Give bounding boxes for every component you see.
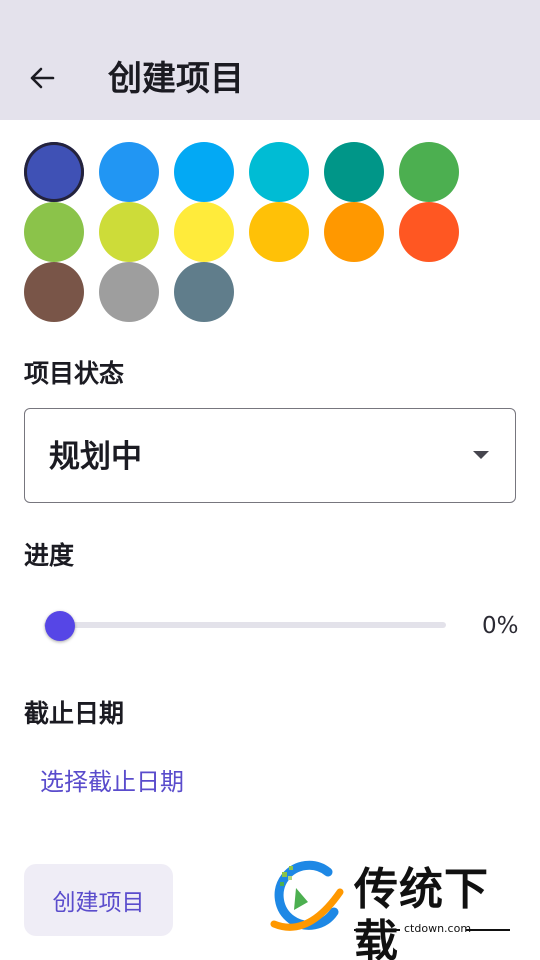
back-button[interactable] [22, 58, 62, 98]
progress-slider-thumb[interactable] [45, 611, 75, 641]
color-swatch[interactable] [24, 142, 84, 202]
status-selected-value: 规划中 [49, 439, 142, 475]
color-swatch[interactable] [174, 202, 234, 262]
color-swatch[interactable] [174, 262, 234, 322]
app-bar: 创建项目 [0, 0, 540, 120]
watermark-brand: 传统下载 [354, 864, 489, 960]
color-swatch[interactable] [399, 142, 459, 202]
color-swatch[interactable] [24, 262, 84, 322]
progress-value: 0% [482, 613, 519, 639]
color-swatch[interactable] [399, 202, 459, 262]
color-swatch[interactable] [324, 202, 384, 262]
watermark-rule-right [466, 929, 510, 931]
create-project-button[interactable]: 创建项目 [24, 864, 173, 936]
color-swatch[interactable] [99, 262, 159, 322]
progress-label: 进度 [24, 541, 75, 570]
color-swatch[interactable] [24, 202, 84, 262]
progress-slider-track[interactable] [44, 622, 446, 628]
ctdown-logo-icon [270, 860, 344, 931]
dropdown-arrow-icon [473, 451, 489, 459]
deadline-label: 截止日期 [24, 699, 125, 728]
color-swatch[interactable] [99, 202, 159, 262]
color-swatch[interactable] [99, 142, 159, 202]
arrow-left-icon [30, 67, 55, 89]
color-swatch[interactable] [324, 142, 384, 202]
page-title: 创建项目 [108, 59, 244, 99]
watermark-url: ctdown.com [404, 922, 472, 935]
color-swatch[interactable] [249, 142, 309, 202]
color-swatch[interactable] [249, 202, 309, 262]
status-dropdown[interactable]: 规划中 [24, 408, 516, 503]
watermark-rule-left [354, 929, 400, 931]
status-label: 项目状态 [24, 359, 125, 388]
pick-deadline-link[interactable]: 选择截止日期 [40, 766, 184, 798]
color-swatch[interactable] [174, 142, 234, 202]
watermark: 传统下载 ctdown.com [268, 858, 520, 960]
